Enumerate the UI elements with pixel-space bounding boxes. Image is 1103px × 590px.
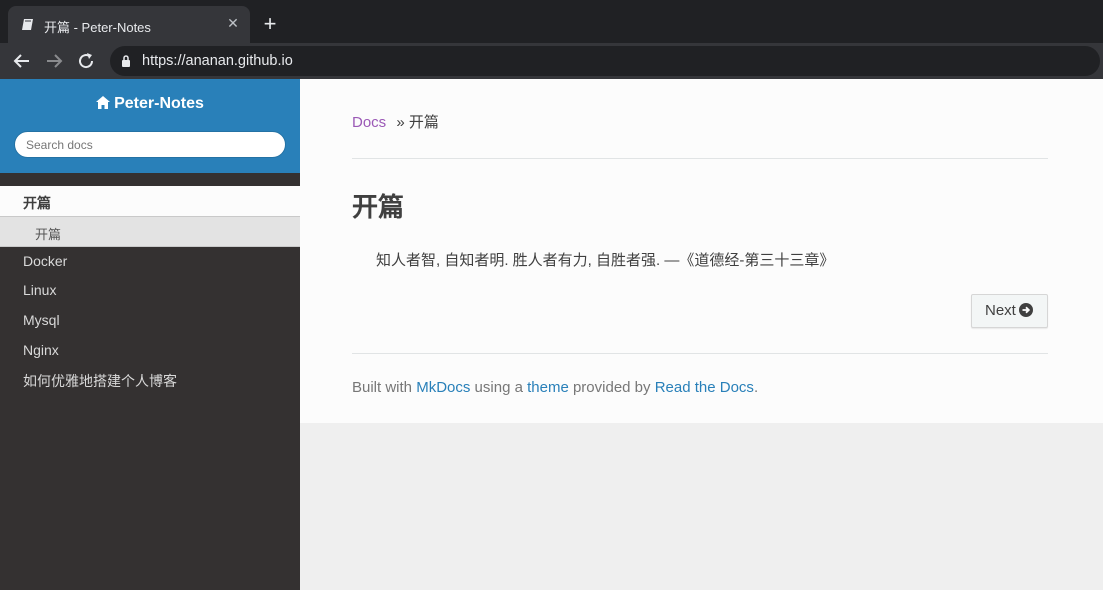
- sidebar: Peter-Notes 开篇 开篇 Docker Linux Mysql Ngi…: [0, 79, 300, 590]
- lock-icon: [122, 55, 130, 67]
- sidebar-item-linux[interactable]: Linux: [23, 282, 56, 298]
- search-box: [14, 131, 286, 158]
- page-title: 开篇: [352, 192, 405, 222]
- divider: [352, 353, 1048, 354]
- breadcrumb-separator: »: [396, 114, 405, 131]
- theme-link[interactable]: theme: [527, 379, 569, 396]
- quote-text: 知人者智, 自知者明. 胜人者有力, 自胜者强. —《道德经-第三十三章》: [376, 252, 835, 269]
- breadcrumb-docs-link[interactable]: Docs: [352, 114, 386, 131]
- browser-tab[interactable]: 开篇 - Peter-Notes ✕: [8, 6, 250, 43]
- tab-title: 开篇 - Peter-Notes: [44, 20, 151, 35]
- mkdocs-link[interactable]: MkDocs: [416, 379, 470, 396]
- brand-label: Peter-Notes: [114, 95, 204, 112]
- sidebar-subitem-current[interactable]: 开篇: [0, 216, 300, 247]
- sidebar-item-nginx[interactable]: Nginx: [23, 342, 59, 358]
- sidebar-item-docker[interactable]: Docker: [23, 253, 67, 269]
- arrow-circle-right-icon: [1018, 303, 1033, 317]
- plus-icon[interactable]: +: [260, 13, 280, 35]
- book-icon: [22, 19, 33, 30]
- sidebar-item-mysql[interactable]: Mysql: [23, 312, 60, 328]
- breadcrumb: Docs » 开篇: [352, 111, 439, 132]
- footer-period: .: [753, 379, 759, 396]
- divider: [352, 158, 1048, 159]
- footer: Built with MkDocs using a theme provided…: [352, 379, 758, 396]
- sidebar-item-blog[interactable]: 如何优雅地搭建个人博客: [23, 371, 177, 391]
- address-bar[interactable]: https://ananan.github.io: [110, 46, 1100, 76]
- sidebar-header: Peter-Notes: [0, 79, 300, 173]
- browser-tab-bar: 开篇 - Peter-Notes ✕ +: [0, 0, 1103, 43]
- footer-provided-by: provided by: [572, 379, 651, 396]
- next-label: Next: [985, 302, 1016, 319]
- reload-icon[interactable]: [75, 50, 97, 72]
- footer-built-with: Built with: [352, 379, 413, 396]
- site-brand[interactable]: Peter-Notes: [0, 95, 300, 113]
- search-input[interactable]: [15, 132, 285, 157]
- next-button[interactable]: Next: [971, 294, 1048, 328]
- close-icon[interactable]: ✕: [224, 14, 242, 32]
- footer-using-a: using a: [474, 379, 523, 396]
- sidebar-item-current[interactable]: 开篇: [0, 186, 300, 216]
- forward-arrow-icon[interactable]: [43, 50, 65, 72]
- read-the-docs-link[interactable]: Read the Docs: [655, 379, 754, 396]
- home-icon: [96, 96, 111, 109]
- breadcrumb-current: 开篇: [408, 114, 439, 131]
- browser-toolbar: https://ananan.github.io: [0, 43, 1103, 79]
- url-text: https://ananan.github.io: [142, 53, 293, 69]
- back-arrow-icon[interactable]: [11, 50, 33, 72]
- main-content: Docs » 开篇 开篇 知人者智, 自知者明. 胜人者有力, 自胜者强. —《…: [300, 79, 1103, 423]
